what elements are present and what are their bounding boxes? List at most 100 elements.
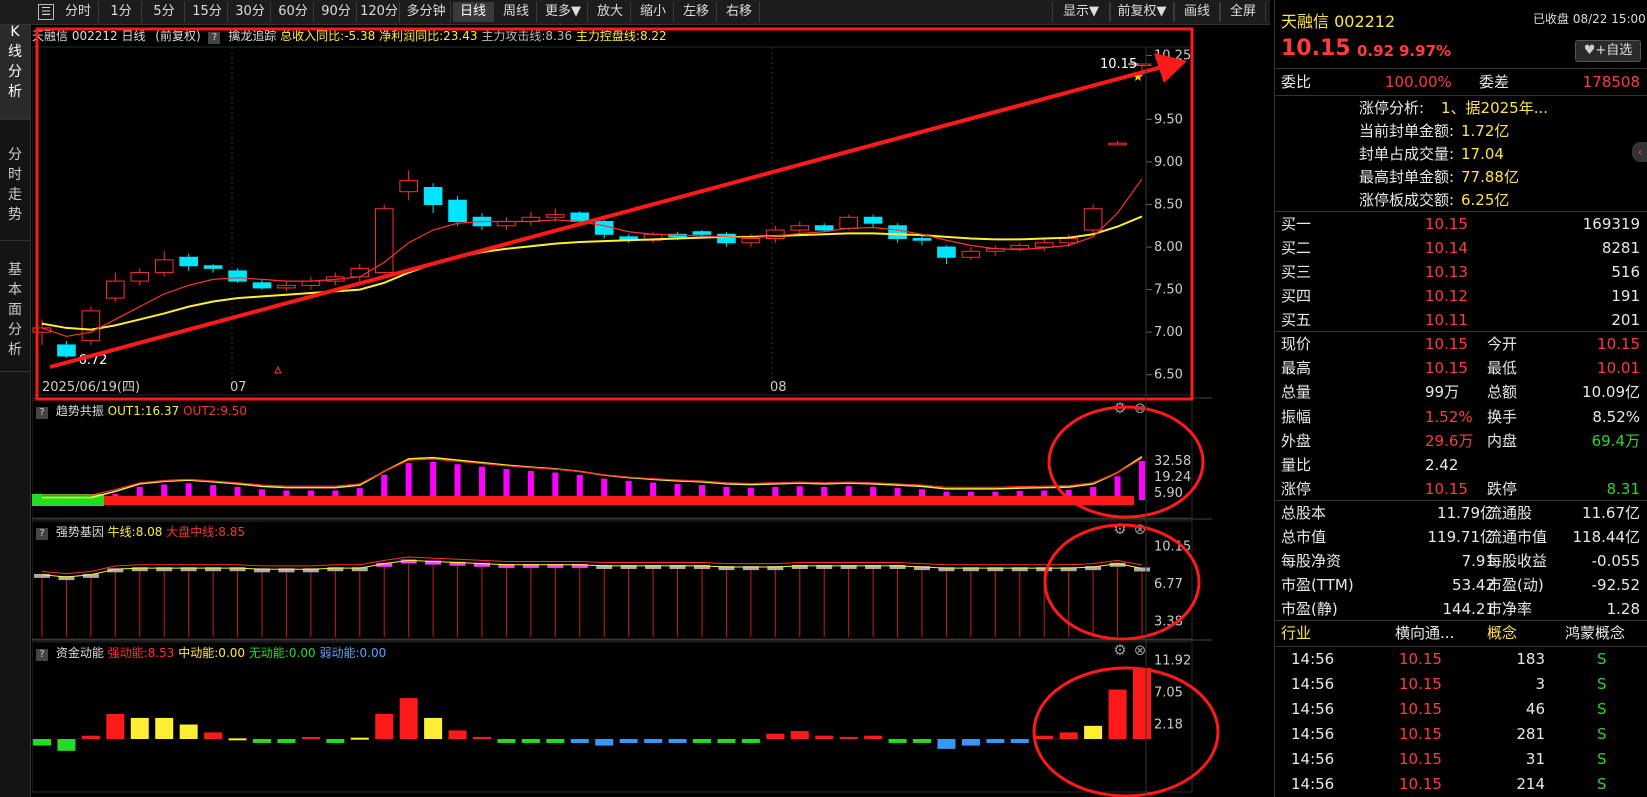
bid-volume: 201: [1611, 311, 1640, 329]
stat-label: 内盘: [1487, 432, 1518, 450]
ind3-bar: [497, 739, 516, 743]
period-button-6[interactable]: 90分: [316, 2, 357, 22]
stat-row: 总量 99万 总额 10.09亿: [1275, 380, 1647, 404]
ind1-bar: [503, 469, 510, 500]
period-button-4[interactable]: 30分: [230, 2, 271, 22]
collapse-arrow-icon[interactable]: ‹: [1632, 142, 1647, 162]
triangle-marker-icon: [274, 365, 282, 374]
bid-price: 10.11: [1425, 311, 1468, 329]
candle-body: [912, 238, 932, 241]
period-button-11[interactable]: 更多▼: [539, 2, 588, 22]
bid-volume: 191: [1611, 287, 1640, 305]
ind3-bar: [1010, 739, 1029, 743]
gear-icon: ⚙: [1113, 641, 1126, 659]
chart-canvas[interactable]: 10.259.509.008.508.007.507.006.502025/06…: [32, 27, 1270, 797]
limit-info-label: 封单占成交量:: [1359, 145, 1455, 163]
tab-label: K线分析: [8, 24, 22, 100]
tab-intraday[interactable]: 分时走势: [0, 121, 30, 241]
period-button-7[interactable]: 120分: [359, 2, 400, 22]
concept-tab-3[interactable]: 鸿蒙概念: [1565, 622, 1625, 643]
period-button-3[interactable]: 15分: [187, 2, 228, 22]
tick-time: 14:56: [1291, 725, 1335, 743]
candle-body: [961, 250, 981, 258]
add-watchlist-button[interactable]: ♥+自选: [1575, 40, 1641, 62]
market-status: 已收盘 08/22 15:00: [1533, 12, 1646, 26]
candle-body: [57, 344, 76, 357]
candle-body: [1083, 208, 1103, 231]
bid-row[interactable]: 买三 10.13 516: [1275, 260, 1647, 284]
ma-long-line: [41, 215, 1143, 331]
tick-time: 14:56: [1291, 700, 1335, 718]
limit-info-value: 17.04: [1461, 145, 1504, 163]
x-axis-label: 07: [230, 380, 247, 395]
stat-label: 今开: [1487, 335, 1518, 353]
toolbar-right-button-1[interactable]: 前复权▼: [1110, 2, 1174, 22]
ind3-bar: [741, 739, 760, 743]
stat-label: 现价: [1281, 335, 1312, 353]
ind3-bar: [717, 739, 736, 743]
stat-value: 10.01: [1597, 359, 1640, 377]
tick-price: 10.15: [1399, 650, 1442, 668]
period-button-10[interactable]: 周线: [496, 2, 537, 22]
stat-label: 振幅: [1281, 408, 1312, 426]
fund-label: 市盈(静): [1281, 600, 1338, 618]
candle-body: [130, 272, 150, 282]
concept-tab-2[interactable]: 概念: [1487, 622, 1517, 643]
ind3-bar: [473, 737, 491, 740]
toolbar-right-button-0[interactable]: 显示▼: [1052, 2, 1110, 22]
candle-body: [203, 265, 223, 269]
ind1-bar: [405, 463, 412, 500]
period-button-15[interactable]: 右移: [719, 2, 760, 22]
ind3-bar: [937, 739, 956, 749]
candle-body: [1059, 238, 1078, 244]
period-button-5[interactable]: 60分: [273, 2, 314, 22]
candle-body: [423, 186, 443, 205]
stat-label: 外盘: [1281, 432, 1312, 450]
candle-body: [888, 225, 907, 240]
bid-row[interactable]: 买五 10.11 201: [1275, 308, 1647, 332]
ind3-bar: [253, 739, 271, 743]
toolbar-right-button-3[interactable]: 全屏: [1220, 2, 1266, 22]
bid-row[interactable]: 买一 10.15 169319: [1275, 212, 1647, 236]
toolbar-right-button-2[interactable]: 画线: [1174, 2, 1220, 22]
period-button-12[interactable]: 放大: [590, 2, 631, 22]
tab-label: 基本面分析: [8, 262, 22, 358]
ind3-bar: [766, 733, 785, 739]
period-button-9[interactable]: 日线: [453, 2, 494, 22]
candle-body: [448, 199, 467, 223]
concept-tab-0[interactable]: 行业: [1281, 622, 1311, 643]
tab-fundamental[interactable]: 基本面分析: [0, 242, 30, 372]
candle-body: [741, 238, 761, 244]
limit-info-row: 最高封单金额: 77.88亿: [1275, 165, 1647, 189]
ind1-red-base: [104, 496, 1134, 505]
period-button-2[interactable]: 5分: [144, 2, 185, 22]
fund-label: 总股本: [1281, 504, 1327, 522]
ind1-tick-label: 32.58: [1154, 454, 1191, 469]
period-button-14[interactable]: 左移: [676, 2, 717, 22]
period-toolbar: ☰ 分时 1分 5分 15分 30分 60分 90分 120分 多分钟 日线 周线 更多▼ 放大 缩小 左移…: [0, 0, 1270, 25]
period-button-0[interactable]: 分时: [58, 2, 99, 22]
order-ratio-label: 委比: [1281, 73, 1312, 91]
concept-tab-1[interactable]: 横向通...: [1395, 622, 1454, 643]
bid-row[interactable]: 买四 10.12 191: [1275, 284, 1647, 308]
ind3-bar: [57, 739, 76, 751]
period-button-13[interactable]: 缩小: [633, 2, 674, 22]
ind3-bar: [1035, 735, 1054, 739]
candle-body: [766, 229, 785, 240]
order-ratio-row: 委比 100.00% 委差 178508: [1275, 70, 1647, 94]
bid-row[interactable]: 买二 10.14 8281: [1275, 236, 1647, 260]
ind3-bar: [1084, 725, 1103, 739]
bid-label: 买五: [1281, 311, 1312, 329]
menu-icon[interactable]: ☰: [38, 4, 54, 20]
limit-info-label: 涨停板成交额:: [1359, 191, 1455, 209]
limit-info-label: 最高封单金额:: [1359, 168, 1455, 186]
candle-body: [937, 246, 956, 258]
close-icon: ⊗: [1134, 641, 1147, 659]
ind3-bar: [81, 735, 100, 739]
stock-name-code: 天融信 002212: [1281, 12, 1396, 31]
period-button-1[interactable]: 1分: [101, 2, 142, 22]
limit-info-label: 涨停分析:: [1359, 99, 1425, 117]
candle-body: [301, 280, 321, 286]
quote-panel: 天融信 002212 已收盘 08/22 15:00 10.15 0.92 9.…: [1274, 0, 1647, 797]
period-button-8[interactable]: 多分钟: [402, 2, 451, 22]
